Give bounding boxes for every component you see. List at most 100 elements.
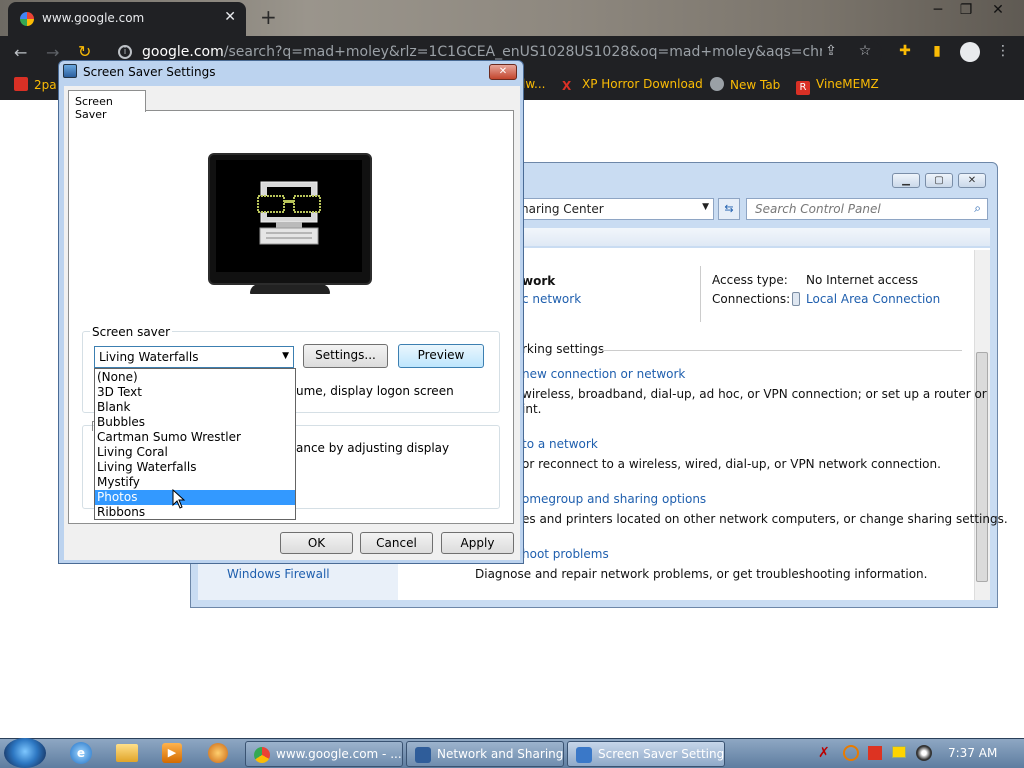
task-network[interactable]: Network and Sharing... [406, 741, 564, 767]
option-living-coral[interactable]: Living Coral [95, 445, 295, 460]
media-player-icon[interactable]: ▶ [162, 743, 182, 763]
homegroup-link[interactable]: omegroup and sharing options [522, 492, 706, 506]
refresh-icon[interactable]: ⇆ [718, 198, 740, 220]
side-panel-icon[interactable]: ▮ [928, 43, 946, 61]
option-ribbons[interactable]: Ribbons [95, 505, 295, 520]
monitor-stand [250, 284, 330, 294]
tab-screen-saver[interactable]: Screen Saver [68, 90, 146, 121]
back-icon[interactable]: ← [14, 43, 27, 62]
folder-icon [14, 77, 28, 91]
google-favicon-icon [20, 12, 34, 26]
network-adapter-icon [792, 292, 800, 306]
connections-label: Connections: [712, 292, 791, 306]
bookmark-vinememz[interactable]: R VineMEMZ [796, 77, 879, 95]
menu-dots-icon[interactable]: ⋮ [994, 43, 1012, 61]
extensions-icon[interactable]: ✚ [896, 43, 914, 61]
option-photos[interactable]: Photos [95, 490, 295, 505]
restore-icon[interactable]: ❐ [952, 0, 980, 20]
change-settings-heading: rking settings [522, 342, 605, 356]
net-maximize-icon[interactable]: ▢ [925, 173, 953, 188]
monitor-screen [216, 160, 362, 272]
url-text[interactable]: google.com/search?q=mad+moley&rlz=1C1GCE… [142, 44, 822, 60]
close-window-icon[interactable]: ✕ [984, 0, 1012, 20]
browser-tab-title: www.google.com [42, 11, 145, 25]
access-type-value: No Internet access [806, 273, 919, 287]
heading-rule [600, 350, 962, 351]
close-tab-icon[interactable]: ✕ [224, 9, 236, 25]
search-icon[interactable]: ⌕ [974, 201, 981, 216]
screen-saver-dropdown-list: (None) 3D Text Blank Bubbles Cartman Sum… [94, 368, 296, 520]
network-type-link[interactable]: c network [522, 292, 581, 306]
divider [700, 266, 701, 322]
bookmark-star-icon[interactable]: ☆ [856, 43, 874, 61]
dialog-title: Screen Saver Settings [83, 65, 216, 79]
setup-connection-desc: wireless, broadband, dial-up, ad hoc, or… [522, 387, 987, 401]
minimize-icon[interactable]: ─ [924, 0, 952, 20]
troubleshoot-link[interactable]: hoot problems [522, 547, 609, 561]
reload-icon[interactable]: ↻ [78, 42, 91, 61]
x-icon: X [562, 79, 572, 93]
bookmark-lw[interactable]: lw... [522, 77, 546, 91]
power-settings-text: ance by adjusting display [296, 441, 450, 455]
option-mystify[interactable]: Mystify [95, 475, 295, 490]
option-bubbles[interactable]: Bubbles [95, 415, 295, 430]
setup-connection-desc-2: int. [522, 402, 542, 416]
net-address-bar[interactable]: haring Center ▼ [514, 198, 714, 220]
chevron-down-icon[interactable]: ▼ [702, 202, 709, 212]
profile-avatar-icon[interactable] [960, 42, 980, 62]
option-cartman-sumo-wrestler[interactable]: Cartman Sumo Wrestler [95, 430, 295, 445]
connect-network-desc: or reconnect to a wireless, wired, dial-… [522, 457, 941, 471]
tray-volume-icon[interactable] [916, 745, 932, 761]
globe-icon [710, 77, 724, 91]
access-type-label: Access type: [712, 273, 788, 287]
net-search-input[interactable]: Search Control Panel ⌕ [746, 198, 988, 220]
local-area-connection-link[interactable]: Local Area Connection [806, 292, 940, 306]
option-living-waterfalls[interactable]: Living Waterfalls [95, 460, 295, 475]
network-name: work [522, 274, 556, 288]
ok-button[interactable]: OK [280, 532, 353, 554]
resume-logon-text: ume, display logon screen [296, 384, 454, 398]
settings-button[interactable]: Settings... [303, 344, 388, 368]
chevron-down-icon[interactable]: ▼ [282, 351, 289, 361]
preview-button[interactable]: Preview [398, 344, 484, 368]
windows-firewall-link[interactable]: Windows Firewall [227, 567, 330, 581]
forward-icon[interactable]: → [46, 43, 59, 62]
info-icon[interactable]: i [118, 45, 132, 59]
tray-search-icon[interactable] [843, 745, 859, 761]
troubleshoot-desc: Diagnose and repair network problems, or… [475, 567, 928, 581]
internet-explorer-icon[interactable]: e [70, 742, 92, 764]
browser-tab[interactable]: www.google.com ✕ [8, 2, 246, 36]
start-button-icon[interactable] [4, 738, 46, 768]
tray-x-icon[interactable]: ✗ [818, 745, 832, 761]
bookmark-2pa[interactable]: 2pa [14, 77, 57, 92]
tray-network-icon[interactable] [892, 746, 906, 758]
task-chrome[interactable]: www.google.com - ... [245, 741, 403, 767]
net-minimize-icon[interactable]: ▁ [892, 173, 920, 188]
taskbar-clock[interactable]: 7:37 AM [948, 746, 997, 760]
share-icon[interactable]: ⇪ [822, 43, 840, 61]
screen-saver-select[interactable]: Living Waterfalls ▼ [94, 346, 294, 368]
task-screen-saver[interactable]: Screen Saver Settings [567, 741, 725, 767]
apply-button[interactable]: Apply [441, 532, 514, 554]
net-close-icon[interactable]: ✕ [958, 173, 986, 188]
screen-saver-group-label: Screen saver [90, 325, 173, 339]
bookmark-xp-horror[interactable]: X XP Horror Download [562, 77, 703, 93]
dialog-close-icon[interactable]: ✕ [489, 64, 517, 80]
folder-icon[interactable] [116, 744, 138, 762]
new-tab-icon[interactable]: + [260, 5, 277, 29]
mouse-cursor-icon [172, 488, 186, 513]
paint-icon[interactable] [208, 743, 228, 763]
cancel-button[interactable]: Cancel [360, 532, 433, 554]
connect-network-link[interactable]: to a network [522, 437, 598, 451]
option-none[interactable]: (None) [95, 370, 295, 385]
homegroup-desc: es and printers located on other network… [522, 512, 1008, 526]
tray-flag-icon[interactable] [868, 746, 882, 760]
setup-connection-link[interactable]: new connection or network [522, 367, 685, 381]
option-3d-text[interactable]: 3D Text [95, 385, 295, 400]
bookmark-new-tab[interactable]: New Tab [710, 77, 780, 92]
network-icon [415, 747, 431, 763]
display-icon [576, 747, 592, 763]
computer-glasses-icon [257, 181, 321, 245]
option-blank[interactable]: Blank [95, 400, 295, 415]
display-icon [63, 64, 77, 78]
